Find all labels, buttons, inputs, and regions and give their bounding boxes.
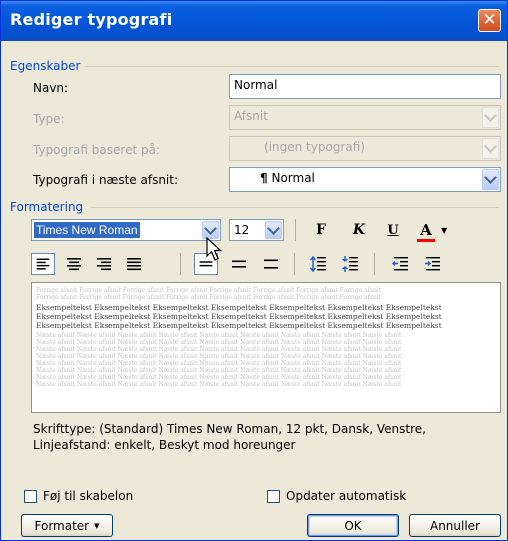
- style-description: Skrifttype: (Standard) Times New Roman, …: [33, 421, 493, 453]
- underline-button[interactable]: U: [381, 219, 405, 241]
- type-dropdown-button: [482, 107, 499, 128]
- size-dropdown-button[interactable]: [265, 221, 282, 239]
- align-right-button[interactable]: [92, 253, 116, 275]
- title-bar[interactable]: Rediger typografi ✕: [1, 1, 507, 41]
- decrease-indent-icon[interactable]: [389, 253, 413, 275]
- formatering-section-label: Formatering: [10, 200, 84, 214]
- toolbar-separator: [294, 253, 295, 275]
- chevron-down-icon: ▼: [94, 521, 100, 530]
- preview-next-paragraph: Næste afsnit Næste afsnit Næste afsnit N…: [36, 332, 402, 339]
- chevron-down-icon: [484, 140, 497, 153]
- add-to-template-checkbox[interactable]: [24, 490, 37, 503]
- basis-value: (ingen typografi): [264, 140, 365, 154]
- ok-button[interactable]: OK: [307, 514, 399, 537]
- paragraph-mark-icon: ¶: [260, 171, 268, 185]
- preview-sample-line: Eksempeltekst Eksempeltekst Eksempelteks…: [36, 303, 442, 312]
- italic-button[interactable]: K: [347, 219, 371, 241]
- basis-label: Typografi baseret på:: [33, 143, 160, 157]
- line-spacing-double-button[interactable]: [259, 253, 283, 275]
- toolbar-separator: [180, 253, 181, 275]
- navn-value: Normal: [234, 78, 278, 92]
- preview-next-paragraph: Næste afsnit Næste afsnit Næste afsnit N…: [36, 367, 402, 374]
- font-color-button[interactable]: A ▼: [417, 219, 459, 242]
- description-line-2: Linjeafstand: enkelt, Beskyt mod horeung…: [33, 438, 296, 452]
- font-color-icon: A: [417, 221, 435, 242]
- align-center-button[interactable]: [62, 253, 86, 275]
- style-preview: Forrige afsnit Forrige afsnit Forrige af…: [31, 282, 501, 413]
- bold-button[interactable]: F: [309, 219, 333, 241]
- format-menu-button[interactable]: Formater ▼: [21, 514, 113, 537]
- preview-previous-paragraph: Forrige afsnit Forrige afsnit Forrige af…: [36, 287, 382, 294]
- space-before-decrease-icon[interactable]: [339, 253, 363, 275]
- font-color-dropdown-icon[interactable]: ▼: [441, 226, 447, 235]
- bold-icon: F: [316, 222, 326, 238]
- size-select[interactable]: 12: [229, 219, 284, 241]
- dialog-title: Rediger typografi: [10, 10, 173, 29]
- chevron-down-icon: [484, 109, 497, 122]
- preview-next-paragraph: Næste afsnit Næste afsnit Næste afsnit N…: [36, 374, 402, 381]
- next-style-dropdown-button[interactable]: [482, 169, 499, 190]
- next-style-value: Normal: [271, 171, 315, 185]
- navn-label: Navn:: [33, 81, 69, 95]
- preview-sample-line: Eksempeltekst Eksempeltekst Eksempelteks…: [36, 321, 442, 330]
- space-before-increase-icon[interactable]: [307, 253, 331, 275]
- navn-input[interactable]: Normal: [229, 74, 501, 99]
- toolbar-separator: [374, 253, 375, 275]
- ok-button-label: OK: [344, 518, 362, 533]
- basis-dropdown-button: [482, 138, 499, 159]
- preview-next-paragraph: Næste afsnit Næste afsnit Næste afsnit N…: [36, 339, 402, 346]
- egenskaber-divider: [85, 66, 499, 67]
- increase-indent-icon[interactable]: [421, 253, 445, 275]
- next-style-select[interactable]: ¶ Normal: [229, 167, 501, 192]
- format-button-label: Formater: [34, 518, 90, 533]
- basis-select: (ingen typografi): [229, 136, 501, 161]
- justify-button[interactable]: [122, 253, 146, 275]
- description-line-1: Skrifttype: (Standard) Times New Roman, …: [33, 422, 426, 436]
- next-style-label: Typografi i næste afsnit:: [33, 173, 179, 187]
- cancel-button-label: Annuller: [429, 518, 480, 533]
- rediger-typografi-dialog: Rediger typografi ✕ Egenskaber Navn: Nor…: [0, 0, 508, 541]
- align-left-button[interactable]: [31, 253, 55, 275]
- size-value: 12: [234, 223, 250, 237]
- preview-previous-paragraph: Forrige afsnit Forrige afsnit Forrige af…: [36, 294, 382, 301]
- type-label: Type:: [33, 112, 65, 126]
- chevron-down-icon: [267, 221, 280, 235]
- font-select[interactable]: Times New Roman: [31, 219, 221, 241]
- formatering-divider: [91, 207, 499, 208]
- toolbar-separator: [295, 219, 296, 241]
- preview-next-paragraph: Næste afsnit Næste afsnit Næste afsnit N…: [36, 360, 402, 367]
- egenskaber-section-label: Egenskaber: [10, 59, 81, 73]
- font-value: Times New Roman: [34, 222, 140, 238]
- line-spacing-onehalf-button[interactable]: [227, 253, 251, 275]
- type-value: Afsnit: [234, 109, 268, 123]
- auto-update-checkbox[interactable]: [267, 490, 280, 503]
- add-to-template-label[interactable]: Føj til skabelon: [43, 489, 133, 503]
- preview-sample-line: Eksempeltekst Eksempeltekst Eksempelteks…: [36, 312, 442, 321]
- preview-next-paragraph: Næste afsnit Næste afsnit Næste afsnit N…: [36, 353, 402, 360]
- chevron-down-icon: [204, 221, 217, 235]
- underline-icon: U: [387, 222, 399, 238]
- close-icon: ✕: [482, 10, 497, 30]
- type-select: Afsnit: [229, 105, 501, 130]
- auto-update-label[interactable]: Opdater automatisk: [286, 489, 406, 503]
- preview-next-paragraph: Næste afsnit Næste afsnit Næste afsnit N…: [36, 381, 402, 388]
- cancel-button[interactable]: Annuller: [409, 514, 501, 537]
- italic-icon: K: [352, 222, 366, 238]
- close-button[interactable]: ✕: [478, 9, 501, 32]
- preview-next-paragraph: Næste afsnit Næste afsnit Næste afsnit N…: [36, 346, 402, 353]
- chevron-down-icon: [484, 171, 497, 184]
- mouse-cursor-icon: [206, 237, 223, 261]
